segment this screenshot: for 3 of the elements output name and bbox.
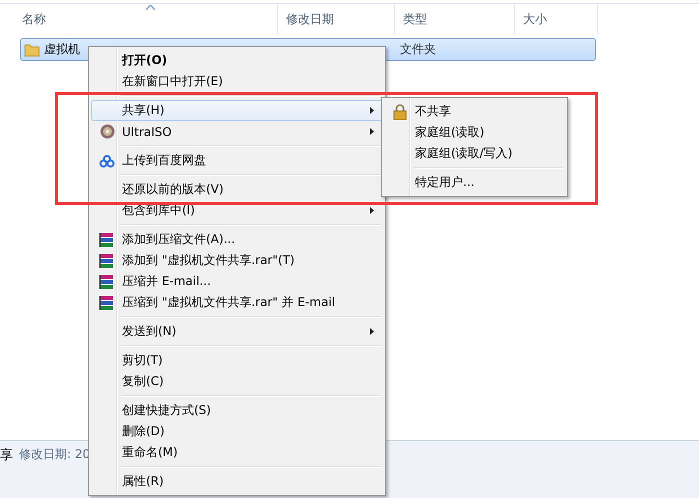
file-name: 虚拟机 bbox=[44, 41, 81, 58]
details-name: 享 bbox=[0, 447, 13, 464]
file-type: 文件夹 bbox=[400, 41, 436, 58]
